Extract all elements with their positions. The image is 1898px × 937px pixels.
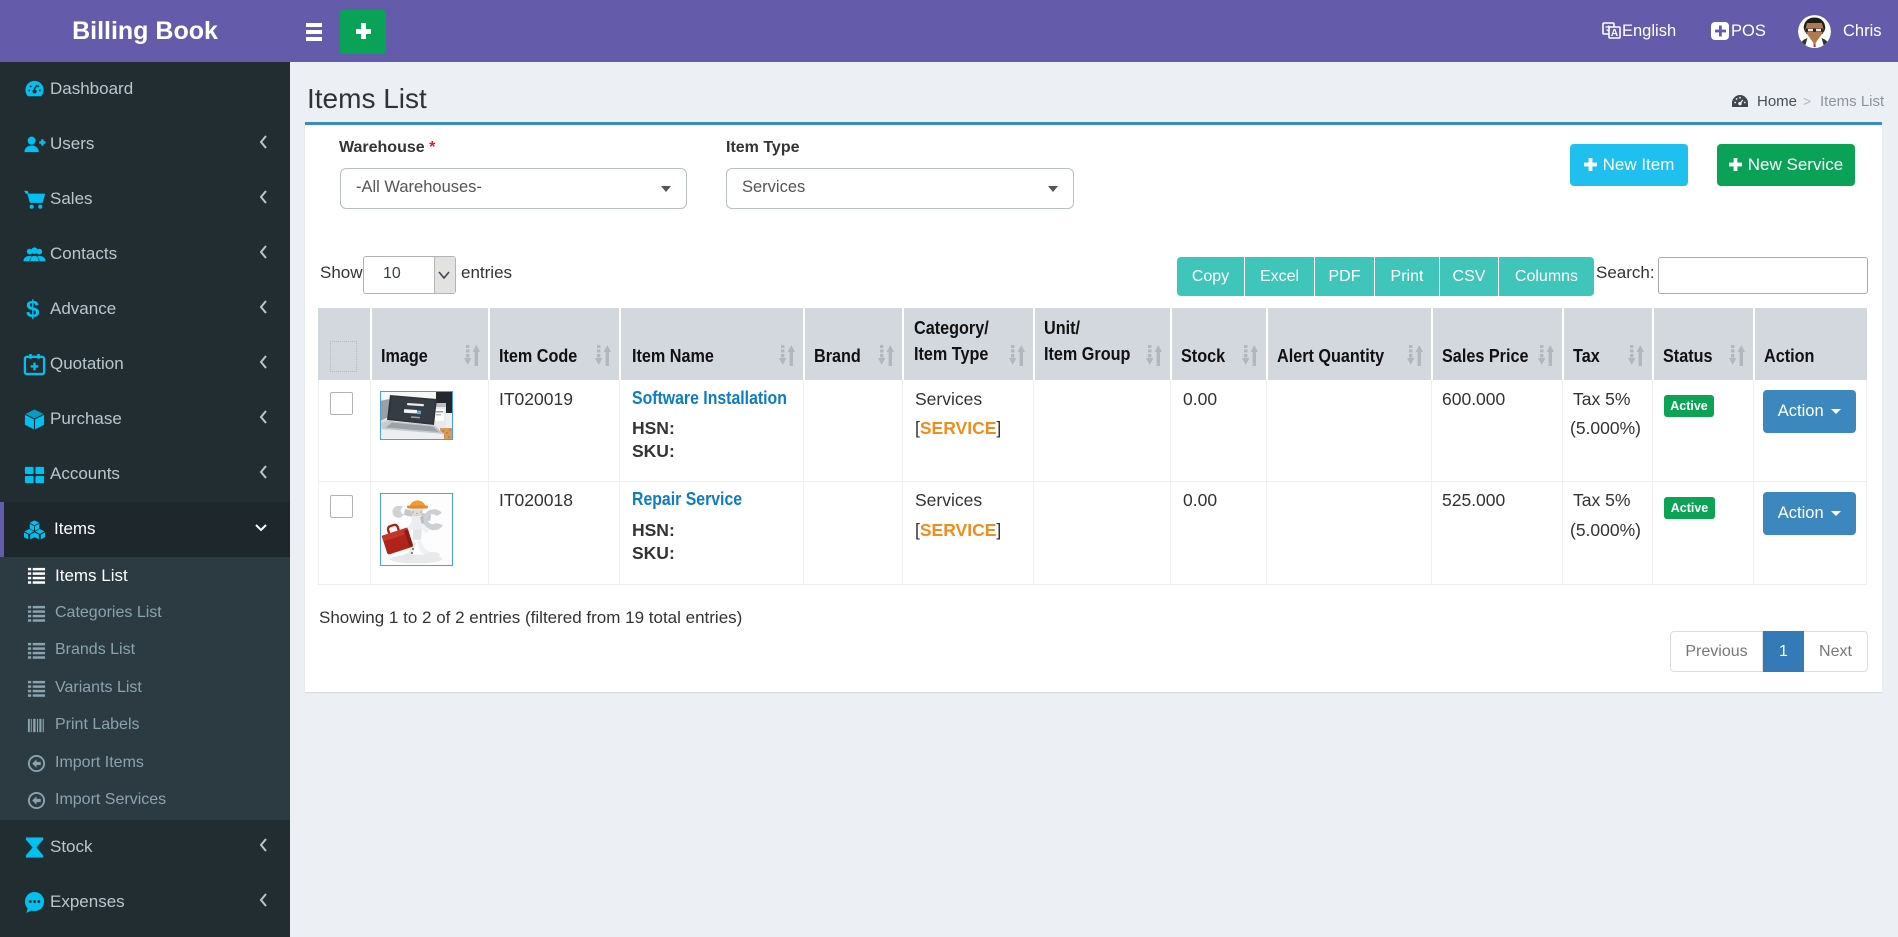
svg-text:A: A <box>1611 28 1618 39</box>
